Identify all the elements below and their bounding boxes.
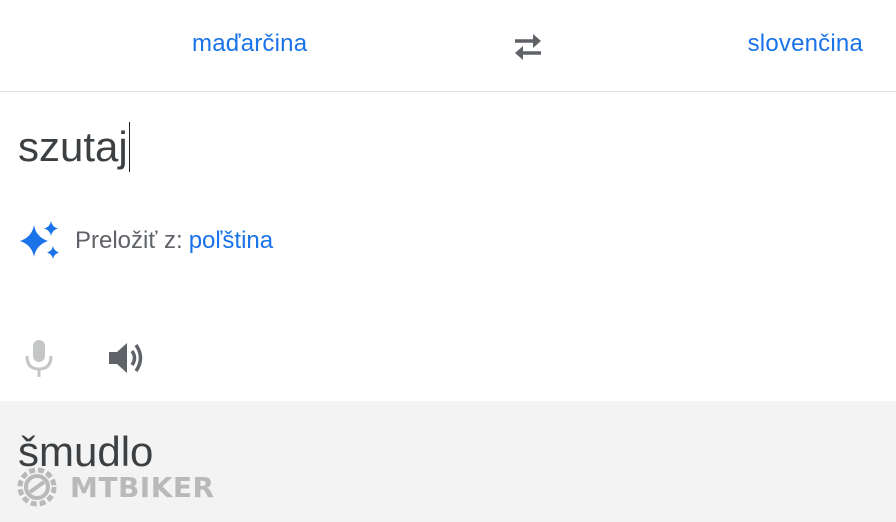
source-input-area[interactable]: szutaj Preložiť z: poľština [0, 92, 896, 401]
listen-source-button[interactable] [106, 339, 148, 377]
microphone-icon [25, 340, 53, 377]
source-language-button[interactable]: maďarčina [192, 30, 307, 58]
gear-logo-icon [17, 467, 57, 507]
swap-languages-button[interactable] [509, 30, 547, 64]
swap-arrows-icon [515, 34, 541, 60]
detected-language-link[interactable]: poľština [189, 227, 273, 255]
sparkle-icon [20, 221, 59, 259]
target-language-button[interactable]: slovenčina [748, 30, 863, 58]
source-text-input[interactable]: szutaj [18, 122, 131, 172]
language-bar: maďarčina slovenčina [0, 0, 896, 92]
speaker-icon [109, 343, 143, 373]
translate-from-label: Preložiť z: [75, 227, 183, 254]
watermark: MTBIKER [12, 462, 215, 512]
detected-language-suggestion[interactable]: Preložiť z: poľština [18, 220, 273, 262]
voice-input-button[interactable] [22, 338, 56, 378]
watermark-text: MTBIKER [70, 470, 215, 504]
source-text: szutaj [18, 123, 128, 170]
text-caret [128, 122, 131, 172]
